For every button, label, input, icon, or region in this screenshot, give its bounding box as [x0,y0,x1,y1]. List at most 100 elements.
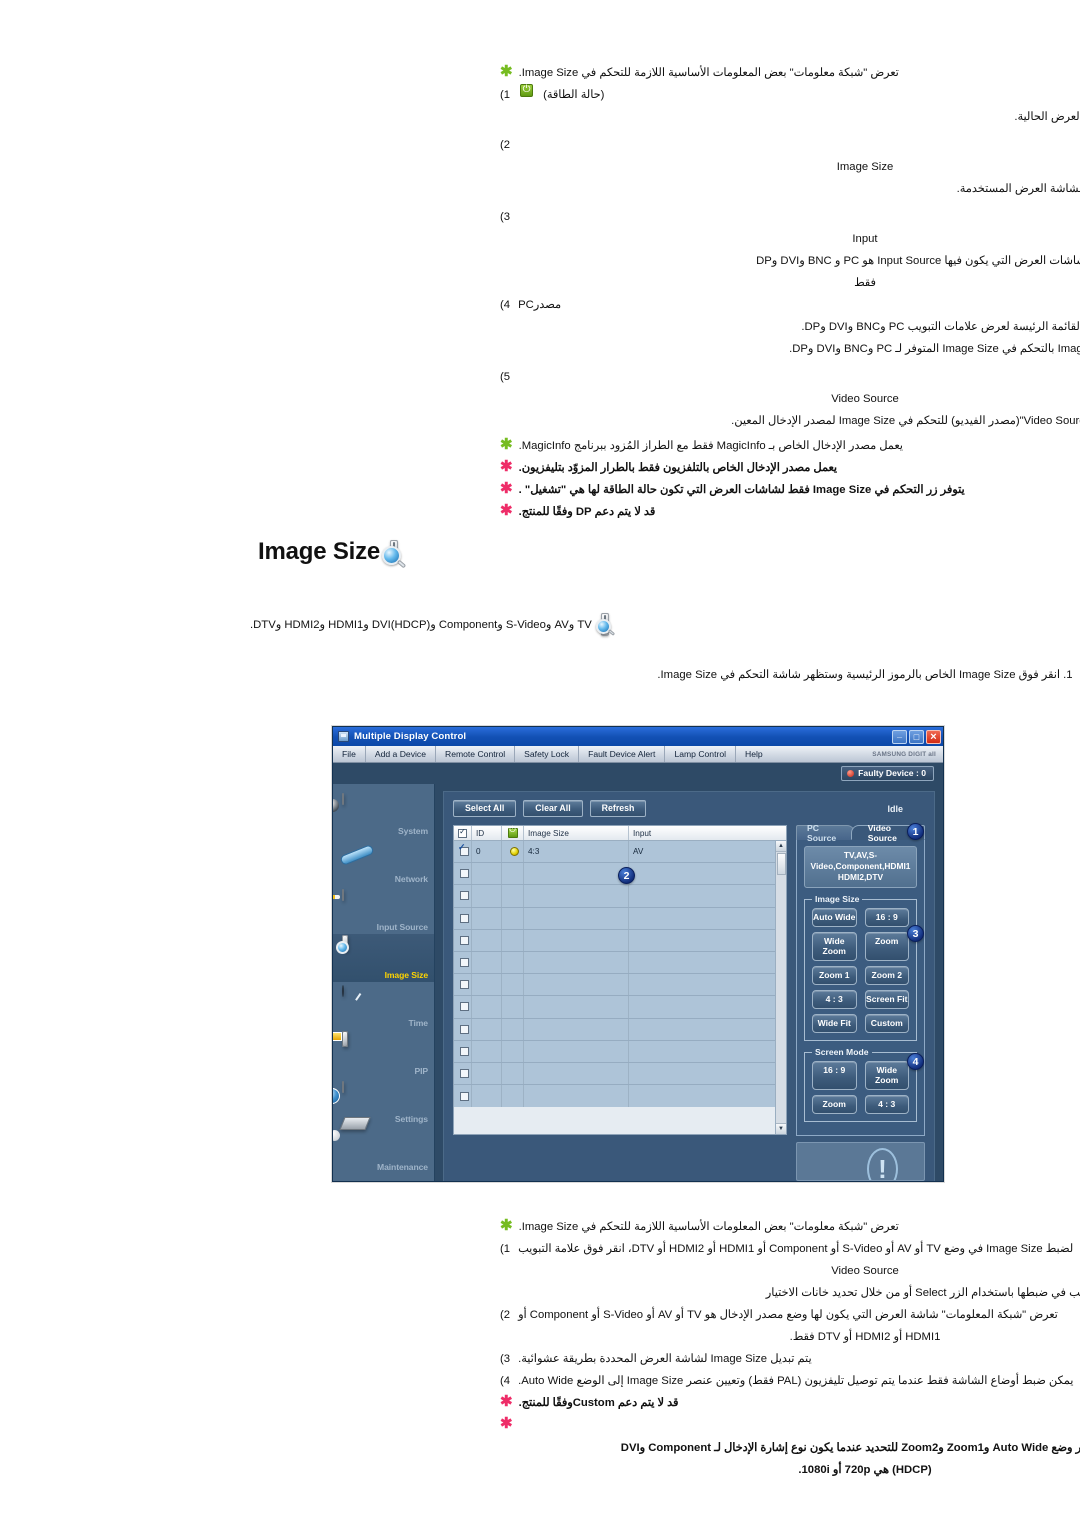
content-area: Select All Clear All Refresh Idle ✓ ID ⏻… [435,784,943,1181]
row-image-size: 4:3 [524,841,629,863]
row-id [472,907,502,929]
sidebar[interactable]: System Network Input Source Image Size T… [333,784,435,1181]
select-all-button[interactable]: Select All [453,800,517,817]
row-id [472,1018,502,1040]
settings-cube-icon [342,1081,376,1110]
table-row[interactable] [454,863,775,886]
menu-item-add-a-device[interactable]: Add a Device [366,746,436,762]
clear-all-button[interactable]: Clear All [523,800,583,817]
sidebar-item-pip[interactable]: PIP [333,1030,434,1078]
pink-star-icon: ✱ [500,502,513,519]
table-row[interactable] [454,885,775,908]
zoom-button[interactable]: Zoom [864,932,909,961]
top-item-1-title: (حالة الطاقة) 1) [500,83,1080,106]
grid-rows: 0 4:3 AV [454,841,775,1134]
maximize-button[interactable] [909,729,924,745]
top-item-4-desc: - انقر فوق Image Size في القائمة الرئيسة… [801,321,1080,333]
wide-zoom-button[interactable]: Wide Zoom [812,932,857,961]
row-checkbox[interactable] [454,951,472,974]
page-title: Image Size [258,538,381,565]
table-row[interactable] [454,951,775,975]
scroll-down-icon[interactable]: ▼ [776,1123,786,1134]
supported-sources-label: TV,AV,S-Video,Component,HDMI1 HDMI2,DTV [804,846,917,888]
row-id [472,974,502,996]
footer-line-2: (HDCP) هي 720p أو 1080i. [798,1464,932,1476]
close-button[interactable] [926,729,941,745]
4-3-button[interactable]: 4 : 3 [812,990,857,1009]
menu-item-help[interactable]: Help [736,746,772,762]
row-checkbox[interactable] [454,863,472,885]
top-item-5-num: 5) [500,371,511,383]
row-checkbox[interactable] [454,974,472,996]
row-checkbox[interactable] [454,929,472,951]
screen-mode-4-3-button[interactable]: 4 : 3 [864,1095,909,1114]
zoom-2-button[interactable]: Zoom 2 [864,966,909,985]
row-checkbox[interactable] [454,907,472,929]
table-row[interactable]: 0 4:3 AV [454,841,775,864]
grid-header-input[interactable]: Input [629,826,786,840]
tab-pc-source[interactable]: PC Source [796,823,855,843]
sidebar-item-network[interactable]: Network [333,838,434,886]
source-line-text: TV وAV وS-Video وComponent وDVI(HDCP) وH… [250,619,592,631]
auto-wide-button[interactable]: Auto Wide [812,908,857,927]
row-image-size [524,1085,629,1108]
row-checkbox[interactable] [454,1040,472,1062]
row-checkbox[interactable] [454,885,472,907]
panel-split: ID Image Size Input [453,823,925,1181]
row-checkbox[interactable] [454,1062,472,1085]
table-row[interactable] [454,1085,775,1108]
grid-scrollbar[interactable]: ▲ ▼ [775,841,786,1134]
callout-badge-2: 2 [618,867,635,884]
screen-mode-zoom-button[interactable]: Zoom [812,1095,857,1114]
menu-item-lamp-control[interactable]: Lamp Control [665,746,737,762]
menu-bar[interactable]: File Add a Device Remote Control Safety … [333,746,943,763]
refresh-button[interactable]: Refresh [589,800,647,817]
menu-item-safety-lock[interactable]: Safety Lock [515,746,580,762]
footer-line-1: لا يتوفر وضع Auto Wide وZoom1 وZoom2 للت… [620,1442,1080,1454]
window-controls[interactable] [892,727,941,745]
faulty-device-row: Faulty Device : 0 [333,763,943,784]
row-power-indicator [502,929,524,951]
top-notes-block: تعرض "شبكة معلومات" بعض المعلومات الأساس… [500,62,1080,523]
bottom-item-1-l1: لضبط Image Size في وضع TV أو AV أو S-Vid… [518,1243,1074,1255]
menu-item-file[interactable]: File [333,746,366,762]
bottom-item-4: يمكن ضبط أوضاع الشاشة فقط عندما يتم توصي… [500,1370,1080,1392]
image-size-group: Image Size Auto Wide 16 : 9 Wide Zoom Zo… [804,894,917,1041]
sidebar-item-system[interactable]: System [333,790,434,838]
table-row[interactable] [454,974,775,997]
minimize-button[interactable] [892,727,907,744]
wide-fit-button[interactable]: Wide Fit [812,1014,857,1033]
menu-item-remote-control[interactable]: Remote Control [436,746,516,762]
zoom-1-button[interactable]: Zoom 1 [812,966,857,985]
sidebar-item-time[interactable]: Time [333,982,434,1030]
table-row[interactable] [454,1040,775,1063]
menu-item-fault-device-alert[interactable]: Fault Device Alert [579,746,666,762]
grid-header-id[interactable]: ID [472,826,502,840]
source-tabs[interactable]: PC Source Video Source [796,823,925,843]
table-row[interactable] [454,907,775,930]
custom-button[interactable]: Custom [864,1014,909,1033]
table-row[interactable] [454,929,775,952]
16-9-button[interactable]: 16 : 9 [864,908,909,927]
row-power-indicator [502,1062,524,1085]
table-row[interactable] [454,996,775,1019]
grid-header-select-all-checkbox[interactable] [454,826,472,840]
scroll-up-icon[interactable]: ▲ [776,841,786,852]
multiple-display-control-window[interactable]: Multiple Display Control File Add a Devi… [332,726,944,1182]
window-title: Multiple Display Control [354,731,467,742]
table-row[interactable] [454,1018,775,1041]
sidebar-item-image-size[interactable]: Image Size [333,934,434,982]
row-checkbox[interactable] [454,1018,472,1040]
sidebar-item-input-source[interactable]: Input Source [333,886,434,934]
scrollbar-thumb[interactable] [776,853,786,875]
screen-mode-16-9-button[interactable]: 16 : 9 [812,1061,857,1090]
sidebar-item-maintenance[interactable]: Maintenance [333,1126,434,1174]
row-checkbox[interactable] [454,841,472,863]
screen-mode-wide-zoom-button[interactable]: Wide Zoom [864,1061,909,1090]
row-checkbox[interactable] [454,996,472,1018]
row-checkbox[interactable] [454,1085,472,1108]
grid-header-image-size[interactable]: Image Size [524,826,629,840]
table-row[interactable] [454,1062,775,1086]
row-input [629,952,775,973]
screen-fit-button[interactable]: Screen Fit [864,990,909,1009]
